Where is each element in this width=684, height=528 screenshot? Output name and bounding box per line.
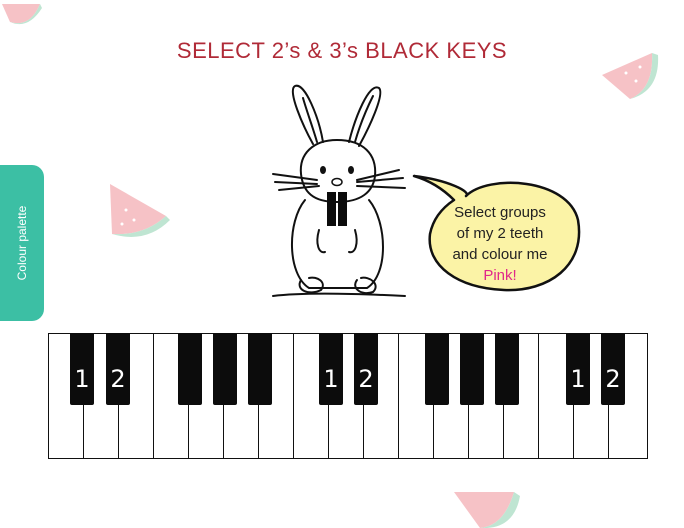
bubble-line-2: of my 2 teeth	[456, 225, 544, 242]
watermelon-icon	[2, 4, 42, 25]
bubble-line-1: Select groups	[454, 204, 546, 221]
black-key[interactable]	[460, 333, 484, 405]
watermelon-icon	[110, 184, 170, 237]
colour-palette-tab[interactable]: Colour palette	[0, 165, 44, 321]
black-key-label: 1	[570, 365, 586, 393]
piano-keyboard: 1 2 1 2 1 2	[48, 333, 648, 459]
black-key[interactable]	[425, 333, 449, 405]
black-key-label: 2	[605, 365, 621, 393]
watermelon-icon	[454, 492, 520, 528]
black-key[interactable]: 2	[601, 333, 625, 405]
bubble-line-3: and colour me	[452, 246, 548, 263]
black-key[interactable]	[248, 333, 272, 405]
black-key[interactable]: 2	[106, 333, 130, 405]
watermelon-icon	[602, 53, 659, 99]
black-key-label: 2	[358, 365, 374, 393]
bunny-illustration	[272, 84, 406, 297]
black-key[interactable]	[213, 333, 237, 405]
black-key[interactable]: 1	[566, 333, 590, 405]
speech-bubble-text: Select groups of my 2 teeth and colour m…	[440, 202, 560, 286]
black-key[interactable]: 2	[354, 333, 378, 405]
colour-palette-label: Colour palette	[15, 205, 29, 281]
black-key-label: 1	[74, 365, 90, 393]
black-key[interactable]: 1	[70, 333, 94, 405]
black-key[interactable]: 1	[319, 333, 343, 405]
black-key-label: 1	[323, 365, 339, 393]
black-key[interactable]	[178, 333, 202, 405]
bubble-highlight: Pink!	[483, 267, 517, 284]
black-key-label: 2	[110, 365, 126, 393]
black-key[interactable]	[495, 333, 519, 405]
page-title: SELECT 2’s & 3’s BLACK KEYS	[176, 38, 508, 63]
